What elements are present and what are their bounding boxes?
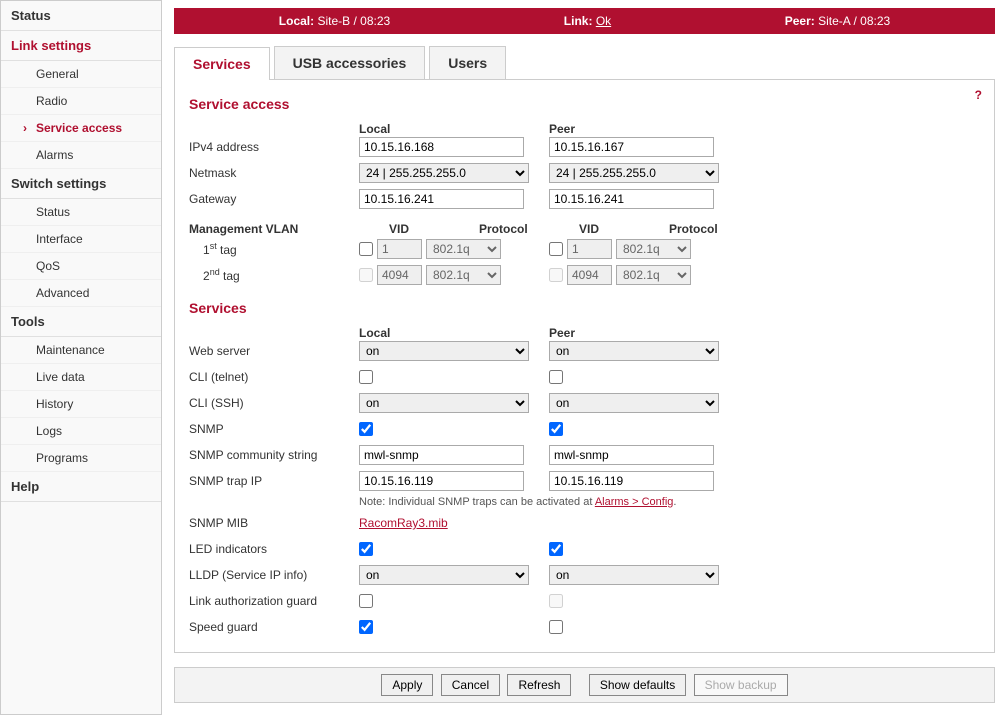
nav-tools[interactable]: Tools [1,307,161,337]
show-defaults-button[interactable]: Show defaults [589,674,686,696]
link-status-link[interactable]: Ok [596,14,611,28]
chk-peer-snmp[interactable] [549,422,563,436]
input-local-gateway[interactable] [359,189,524,209]
chk-local-snmp[interactable] [359,422,373,436]
input-peer-tag1-vid[interactable] [567,239,612,259]
lbl-netmask: Netmask [189,166,359,180]
chk-peer-speed[interactable] [549,620,563,634]
nav-live-data[interactable]: Live data [1,364,161,391]
lbl-led: LED indicators [189,542,359,556]
input-peer-ipv4[interactable] [549,137,714,157]
nav-service-access[interactable]: Service access [1,115,161,142]
select-local-tag2-proto[interactable]: 802.1q [426,265,501,285]
chk-local-tag2 [359,268,373,282]
main-panel: Local: Site-B / 08:23 Link: Ok Peer: Sit… [162,0,1007,715]
select-local-tag1-proto[interactable]: 802.1q [426,239,501,259]
chk-local-led[interactable] [359,542,373,556]
section-service-access: Service access [189,96,980,112]
nav-qos[interactable]: QoS [1,253,161,280]
lbl-mib: SNMP MIB [189,516,359,530]
lbl-web: Web server [189,344,359,358]
nav-switch-settings[interactable]: Switch settings [1,169,161,199]
nav-help[interactable]: Help [1,472,161,502]
nav-advanced[interactable]: Advanced [1,280,161,307]
lbl-tag1: 1st tag [189,241,359,257]
chk-local-tag1[interactable] [359,242,373,256]
nav-general[interactable]: General [1,61,161,88]
input-local-ipv4[interactable] [359,137,524,157]
input-peer-tag2-vid[interactable] [567,265,612,285]
tab-services[interactable]: Services [174,47,270,80]
chk-peer-telnet[interactable] [549,370,563,384]
nav-interface[interactable]: Interface [1,226,161,253]
lbl-ipv4: IPv4 address [189,140,359,154]
select-peer-ssh[interactable]: on [549,393,719,413]
lbl-speed: Speed guard [189,620,359,634]
lbl-tag2: 2nd tag [189,267,359,283]
apply-button[interactable]: Apply [381,674,433,696]
sidebar: Status Link settings General Radio Servi… [0,0,162,715]
status-local: Local: Site-B / 08:23 [279,14,390,28]
nav-status[interactable]: Status [1,1,161,31]
input-peer-gateway[interactable] [549,189,714,209]
lbl-lldp: LLDP (Service IP info) [189,568,359,582]
chk-local-speed[interactable] [359,620,373,634]
status-link: Link: Ok [564,14,611,28]
lbl-community: SNMP community string [189,448,359,462]
nav-logs[interactable]: Logs [1,418,161,445]
lbl-ssh: CLI (SSH) [189,396,359,410]
lbl-trap: SNMP trap IP [189,474,359,488]
col-local: Local [359,122,549,136]
tabs: Services USB accessories Users [174,46,995,80]
select-peer-tag1-proto[interactable]: 802.1q [616,239,691,259]
nav-link-settings[interactable]: Link settings [1,31,161,61]
lbl-auth: Link authorization guard [189,594,359,608]
show-backup-button: Show backup [694,674,788,696]
tab-users[interactable]: Users [429,46,506,79]
refresh-button[interactable]: Refresh [507,674,571,696]
chk-peer-tag1[interactable] [549,242,563,256]
nav-programs[interactable]: Programs [1,445,161,472]
chk-peer-tag2 [549,268,563,282]
chk-local-auth[interactable] [359,594,373,608]
input-local-tag1-vid[interactable] [377,239,422,259]
chk-peer-auth [549,594,563,608]
select-local-lldp[interactable]: on [359,565,529,585]
chk-peer-led[interactable] [549,542,563,556]
lbl-gateway: Gateway [189,192,359,206]
input-local-community[interactable] [359,445,524,465]
select-local-netmask[interactable]: 24 | 255.255.255.0 [359,163,529,183]
cancel-button[interactable]: Cancel [441,674,500,696]
chk-local-telnet[interactable] [359,370,373,384]
nav-alarms[interactable]: Alarms [1,142,161,169]
nav-radio[interactable]: Radio [1,88,161,115]
input-peer-trap[interactable] [549,471,714,491]
input-peer-community[interactable] [549,445,714,465]
select-local-web[interactable]: on [359,341,529,361]
snmp-note: Note: Individual SNMP traps can be activ… [359,496,980,508]
input-local-tag2-vid[interactable] [377,265,422,285]
select-peer-tag2-proto[interactable]: 802.1q [616,265,691,285]
form-panel: ? Service access Local Peer IPv4 address… [174,80,995,653]
mib-link[interactable]: RacomRay3.mib [359,516,448,530]
select-peer-web[interactable]: on [549,341,719,361]
status-bar: Local: Site-B / 08:23 Link: Ok Peer: Sit… [174,8,995,34]
lbl-mvlan: Management VLAN [189,222,359,236]
input-local-trap[interactable] [359,471,524,491]
nav-maintenance[interactable]: Maintenance [1,337,161,364]
help-icon[interactable]: ? [975,88,982,102]
select-peer-netmask[interactable]: 24 | 255.255.255.0 [549,163,719,183]
nav-history[interactable]: History [1,391,161,418]
select-peer-lldp[interactable]: on [549,565,719,585]
footer-bar: Apply Cancel Refresh Show defaults Show … [174,667,995,703]
status-peer: Peer: Site-A / 08:23 [785,14,890,28]
nav-switch-status[interactable]: Status [1,199,161,226]
col-peer: Peer [549,122,739,136]
tab-usb[interactable]: USB accessories [274,46,426,79]
lbl-telnet: CLI (telnet) [189,370,359,384]
select-local-ssh[interactable]: on [359,393,529,413]
alarms-config-link[interactable]: Alarms > Config [595,496,674,508]
section-services: Services [189,300,980,316]
lbl-snmp: SNMP [189,422,359,436]
